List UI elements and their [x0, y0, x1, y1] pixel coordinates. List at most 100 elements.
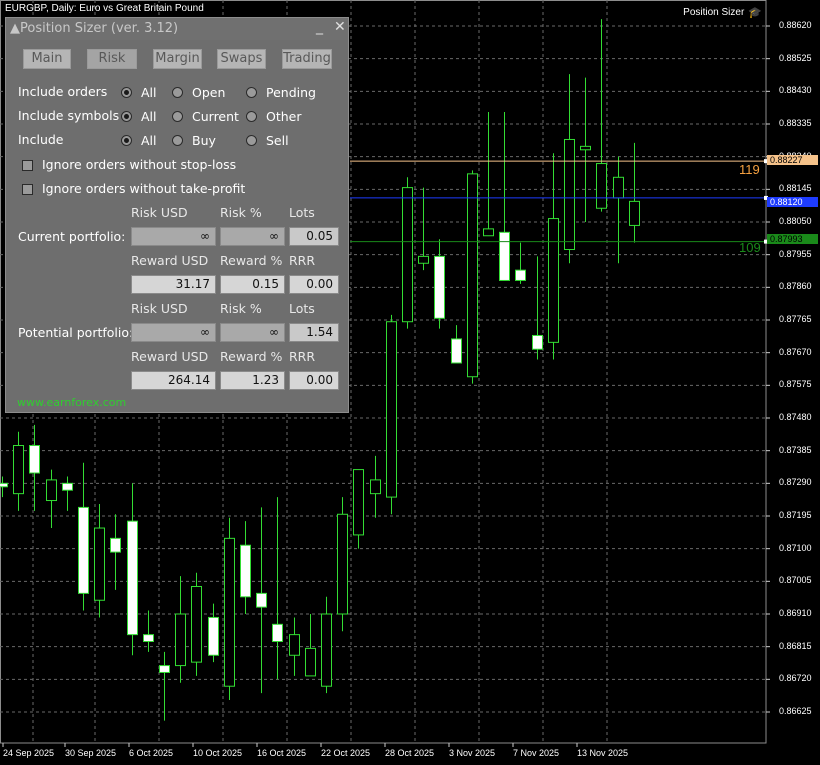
date-axis-label: 16 Oct 2025: [257, 748, 307, 758]
entry-price-tag: 0.88120: [767, 197, 818, 207]
current-portfolio-label: Current portfolio:: [18, 229, 126, 244]
price-axis-label: 0.88335: [779, 118, 812, 128]
tab-main[interactable]: Main: [23, 49, 71, 69]
current-rrr-header: RRR: [289, 253, 316, 268]
earnforex-link[interactable]: www.earnforex.com: [17, 396, 126, 409]
price-axis-label: 0.87860: [779, 281, 812, 292]
candle-body: [208, 616, 219, 656]
candle-body: [191, 585, 202, 663]
position-sizer-label: Position Sizer: [683, 7, 745, 18]
date-axis-label: 13 Nov 2025: [577, 748, 629, 758]
candle-body: [256, 592, 267, 608]
candle-body: [175, 613, 186, 667]
candle-body: [224, 537, 235, 687]
chart-title: EURGBP, Daily: Euro vs Great Britain Pou…: [5, 3, 204, 14]
ignore-sl-checkbox[interactable]: [22, 160, 33, 171]
include-orders-all-radio[interactable]: [121, 87, 132, 98]
price-axis-label: 0.86910: [779, 608, 812, 618]
potential-risk-pct-header: Risk %: [220, 301, 262, 316]
position-sizer-button[interactable]: Position Sizer 🎓: [683, 6, 762, 19]
price-axis-label: 0.88145: [779, 183, 812, 194]
include-all-radio[interactable]: [121, 135, 132, 146]
close-button[interactable]: ✕: [334, 19, 346, 35]
candle-body: [29, 445, 40, 474]
candle-body: [580, 145, 591, 151]
minimize-button[interactable]: _: [316, 19, 323, 35]
include-symbols-all-label: All: [141, 109, 157, 124]
current-reward-usd-field: 31.17: [131, 275, 216, 294]
position-sizer-panel: ▲Position Sizer (ver. 3.12) _ ✕ Main Ris…: [5, 17, 349, 413]
tab-trading[interactable]: Trading: [282, 49, 332, 69]
include-direction-label: Include: [18, 132, 64, 147]
panel-title-text: Position Sizer (ver. 3.12): [20, 21, 179, 36]
candle-body: [305, 647, 316, 677]
take-profit-points: 119: [739, 162, 760, 177]
current-lots-header: Lots: [289, 205, 315, 220]
candle-body: [596, 163, 607, 209]
candle-body: [467, 173, 478, 378]
current-reward-usd-header: Reward USD: [131, 253, 209, 268]
price-axis-label: 0.87385: [779, 444, 812, 455]
graduation-cap-icon: 🎓: [748, 7, 762, 19]
include-orders-pending-radio[interactable]: [246, 87, 257, 98]
price-axis-label: 0.86815: [779, 640, 812, 651]
panel-header[interactable]: ▲Position Sizer (ver. 3.12) _ ✕: [6, 18, 348, 40]
tab-margin[interactable]: Margin: [153, 49, 202, 69]
candle-body: [451, 338, 462, 364]
price-axis-label: 0.86720: [779, 673, 812, 684]
candle-body: [78, 506, 89, 594]
date-axis-label: 30 Sep 2025: [65, 748, 117, 758]
price-axis-label: 0.88620: [779, 20, 812, 30]
candle-body: [289, 634, 300, 656]
candle-body: [127, 520, 138, 636]
include-orders-open-label: Open: [192, 85, 226, 100]
include-orders-open-radio[interactable]: [172, 87, 183, 98]
stop-loss-points: 109: [739, 240, 761, 255]
current-reward-pct-header: Reward %: [220, 253, 283, 268]
include-sell-radio[interactable]: [246, 135, 257, 146]
date-axis-label: 3 Nov 2025: [449, 748, 496, 758]
include-symbols-all-radio[interactable]: [121, 111, 132, 122]
date-axis-label: 28 Oct 2025: [385, 748, 435, 758]
candle-body: [337, 513, 348, 615]
date-axis-label: 24 Sep 2025: [3, 748, 55, 758]
include-buy-label: Buy: [192, 133, 216, 148]
price-axis-label: 0.87195: [779, 510, 812, 520]
potential-portfolio-label: Potential portfolio:: [18, 325, 134, 340]
include-buy-radio[interactable]: [172, 135, 183, 146]
candle-body: [94, 527, 105, 601]
current-risk-pct-header: Risk %: [220, 205, 262, 220]
candle-body: [548, 218, 559, 343]
tab-swaps[interactable]: Swaps: [217, 49, 266, 69]
candle-body: [240, 544, 251, 598]
current-risk-usd-field: ∞: [131, 227, 216, 246]
candle-body: [499, 231, 510, 281]
include-orders-all-label: All: [141, 85, 157, 100]
candle-body: [532, 334, 543, 350]
include-symbols-current-label: Current: [192, 109, 239, 124]
candle-body: [62, 482, 73, 491]
include-sell-label: Sell: [266, 133, 289, 148]
date-axis-label: 22 Oct 2025: [321, 748, 371, 758]
candle-body: [564, 138, 575, 251]
tab-risk[interactable]: Risk: [87, 49, 137, 69]
price-axis-label: 0.88430: [779, 85, 812, 96]
potential-reward-usd-field: 264.14: [131, 371, 216, 390]
include-all-label: All: [141, 133, 157, 148]
include-symbols-current-radio[interactable]: [172, 111, 183, 122]
price-axis-label: 0.87005: [779, 575, 812, 586]
include-symbols-other-radio[interactable]: [246, 111, 257, 122]
include-orders-pending-label: Pending: [266, 85, 316, 100]
panel-title: ▲Position Sizer (ver. 3.12): [10, 21, 179, 36]
ignore-tp-checkbox[interactable]: [22, 184, 33, 195]
price-axis-label: 0.87575: [779, 379, 812, 390]
price-axis-label: 0.87955: [779, 248, 812, 259]
ignore-sl-label: Ignore orders without stop-loss: [42, 157, 237, 172]
potential-reward-pct-field: 1.23: [220, 371, 285, 390]
candle-body: [321, 613, 332, 687]
price-axis-label: 0.87765: [779, 314, 812, 324]
candle-body: [483, 228, 494, 237]
potential-lots-header: Lots: [289, 301, 315, 316]
candle-body: [272, 623, 283, 643]
take-profit-price-tag: 0.88227: [767, 155, 818, 165]
